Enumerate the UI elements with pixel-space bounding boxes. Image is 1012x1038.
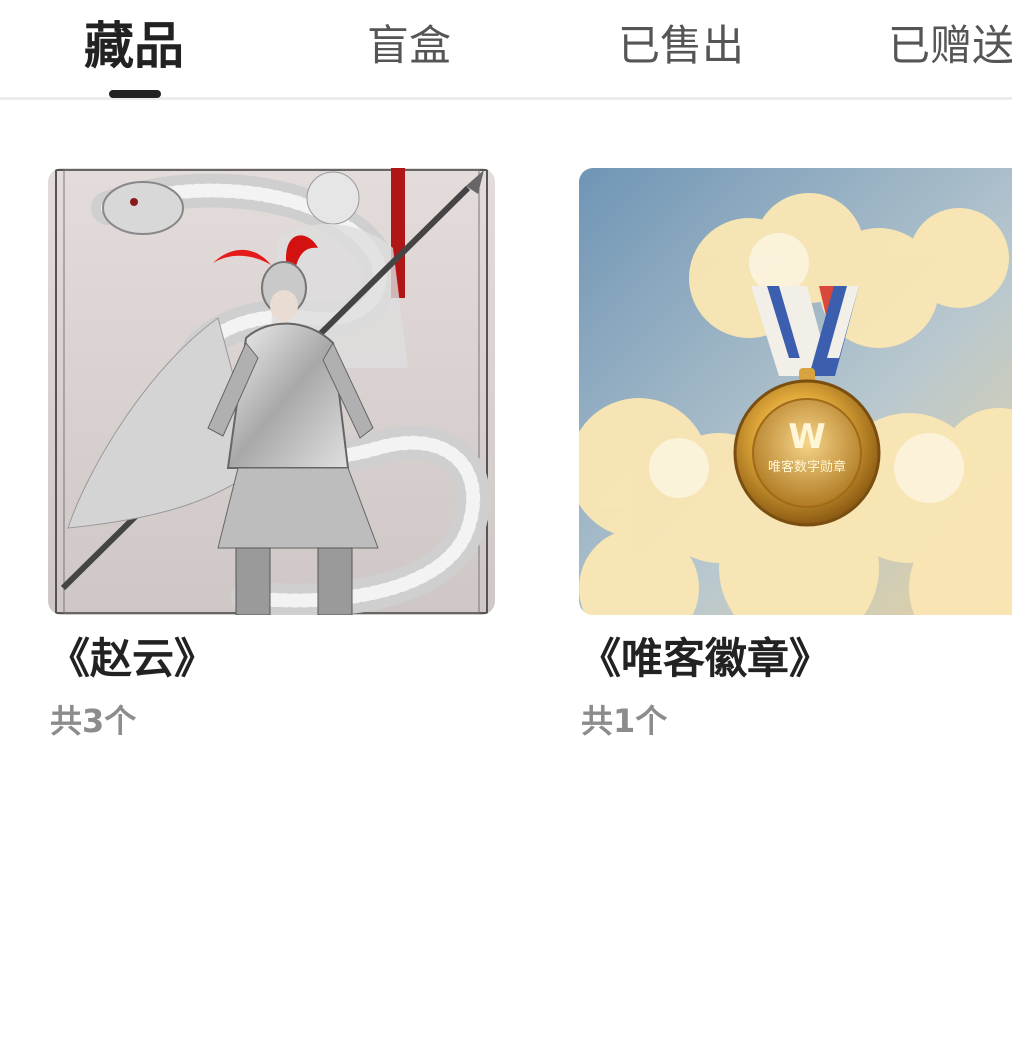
card-title: 《唯客徽章》 [579,634,832,683]
collection-card[interactable]: 《赵云》 共3个 [48,168,495,743]
svg-text:W: W [788,417,826,457]
weike-badge-artwork[interactable]: W 唯客数字勋章 [579,168,1012,615]
tab-bar: 藏品 盲盒 已售出 已赠送 [0,0,1012,100]
card-count: 共3个 [50,702,137,740]
medal-inscription: 唯客数字勋章 [768,459,846,475]
tab-gifted[interactable]: 已赠送 [888,14,1012,78]
active-tab-indicator [109,90,161,98]
card-count: 共1个 [581,702,668,740]
tab-sold[interactable]: 已售出 [618,14,744,78]
tab-collection[interactable]: 藏品 [84,14,184,78]
collection-card[interactable]: W 唯客数字勋章 《唯客徽章》 共1个 [579,168,1012,743]
zhao-yun-artwork[interactable] [48,168,495,615]
card-title: 《赵云》 [48,634,217,683]
tab-blind-box[interactable]: 盲盒 [367,14,451,78]
